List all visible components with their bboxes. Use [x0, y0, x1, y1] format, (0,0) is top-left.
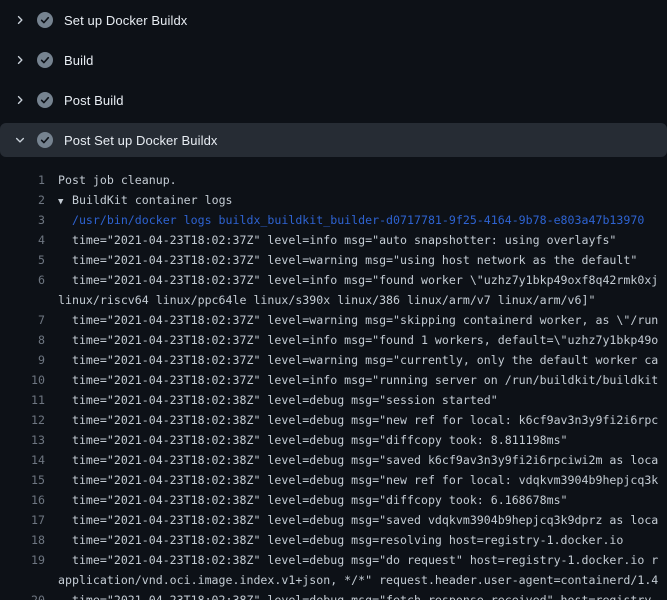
log-line-text: time="2021-04-23T18:02:37Z" level=info m…: [45, 370, 658, 390]
log-line-number[interactable]: 13: [0, 430, 45, 450]
step-label: Set up Docker Buildx: [64, 13, 187, 28]
steps-list: Set up Docker Buildx Build Post Build Po…: [0, 0, 667, 157]
chevron-right-icon: [14, 94, 26, 106]
log-line-number[interactable]: [0, 570, 45, 590]
log-line-number[interactable]: 17: [0, 510, 45, 530]
log-line-number[interactable]: 14: [0, 450, 45, 470]
chevron-right-icon: [14, 14, 26, 26]
check-circle-icon: [37, 12, 53, 28]
log-group-toggle-icon[interactable]: ▼: [58, 192, 72, 210]
log-line: 17 time="2021-04-23T18:02:38Z" level=deb…: [0, 510, 667, 530]
chevron-down-icon: [14, 134, 26, 146]
log-line: 1 Post job cleanup.: [0, 170, 667, 190]
log-line: 12 time="2021-04-23T18:02:38Z" level=deb…: [0, 410, 667, 430]
log-line-text: time="2021-04-23T18:02:38Z" level=debug …: [45, 430, 568, 450]
log-line: 10 time="2021-04-23T18:02:37Z" level=inf…: [0, 370, 667, 390]
log-line-number[interactable]: 18: [0, 530, 45, 550]
log-line-number[interactable]: 12: [0, 410, 45, 430]
log-line-number[interactable]: 8: [0, 330, 45, 350]
log-line: 6 time="2021-04-23T18:02:37Z" level=info…: [0, 270, 667, 290]
log-line: 15 time="2021-04-23T18:02:38Z" level=deb…: [0, 470, 667, 490]
chevron-right-icon: [14, 54, 26, 66]
log-line-number[interactable]: 4: [0, 230, 45, 250]
log-line-text: time="2021-04-23T18:02:38Z" level=debug …: [45, 530, 623, 550]
log-line: 16 time="2021-04-23T18:02:38Z" level=deb…: [0, 490, 667, 510]
log-line: 9 time="2021-04-23T18:02:37Z" level=warn…: [0, 350, 667, 370]
log-line: 18 time="2021-04-23T18:02:38Z" level=deb…: [0, 530, 667, 550]
step-label: Build: [64, 53, 93, 68]
log-line-text: time="2021-04-23T18:02:37Z" level=info m…: [45, 330, 658, 350]
log-line: 4 time="2021-04-23T18:02:37Z" level=info…: [0, 230, 667, 250]
step-row[interactable]: Post Set up Docker Buildx: [0, 123, 667, 157]
log-line-number[interactable]: 9: [0, 350, 45, 370]
step-row[interactable]: Post Build: [0, 80, 667, 120]
step-label: Post Build: [64, 93, 124, 108]
log-line-text: /usr/bin/docker logs buildx_buildkit_bui…: [45, 210, 644, 230]
log-line-text: time="2021-04-23T18:02:37Z" level=warnin…: [45, 350, 658, 370]
log-line-text: time="2021-04-23T18:02:37Z" level=info m…: [45, 230, 616, 250]
log-line-text: time="2021-04-23T18:02:37Z" level=warnin…: [45, 250, 637, 270]
log-line-text: time="2021-04-23T18:02:38Z" level=debug …: [45, 590, 658, 600]
log-line: 7 time="2021-04-23T18:02:37Z" level=warn…: [0, 310, 667, 330]
log-line-number[interactable]: 19: [0, 550, 45, 570]
log-line-number[interactable]: 10: [0, 370, 45, 390]
log-line: 20 time="2021-04-23T18:02:38Z" level=deb…: [0, 590, 667, 600]
log-line-text: ▼BuildKit container logs: [45, 190, 233, 210]
log-line-number[interactable]: 7: [0, 310, 45, 330]
check-circle-icon: [37, 92, 53, 108]
log-line: 11 time="2021-04-23T18:02:38Z" level=deb…: [0, 390, 667, 410]
log-line-number[interactable]: 5: [0, 250, 45, 270]
log-line-number[interactable]: 6: [0, 270, 45, 290]
step-row[interactable]: Build: [0, 40, 667, 80]
log-line-text: time="2021-04-23T18:02:37Z" level=info m…: [45, 270, 658, 290]
step-row[interactable]: Set up Docker Buildx: [0, 0, 667, 40]
log-line: 19 time="2021-04-23T18:02:38Z" level=deb…: [0, 550, 667, 570]
log-line-number[interactable]: 2: [0, 190, 45, 210]
log-line-text: time="2021-04-23T18:02:38Z" level=debug …: [45, 470, 658, 490]
check-circle-icon: [37, 132, 53, 148]
log-line-number[interactable]: 11: [0, 390, 45, 410]
log-line-text: time="2021-04-23T18:02:37Z" level=warnin…: [45, 310, 658, 330]
log-line-text: time="2021-04-23T18:02:38Z" level=debug …: [45, 510, 658, 530]
log-line: 14 time="2021-04-23T18:02:38Z" level=deb…: [0, 450, 667, 470]
log-line-number[interactable]: 1: [0, 170, 45, 190]
log-line-number[interactable]: 20: [0, 590, 45, 600]
log-line-number[interactable]: 15: [0, 470, 45, 490]
log-line-text: time="2021-04-23T18:02:38Z" level=debug …: [45, 390, 498, 410]
log-line-text: linux/riscv64 linux/ppc64le linux/s390x …: [45, 290, 595, 310]
log-line: 3 /usr/bin/docker logs buildx_buildkit_b…: [0, 210, 667, 230]
log-line-text: time="2021-04-23T18:02:38Z" level=debug …: [45, 410, 658, 430]
log-line-number[interactable]: 3: [0, 210, 45, 230]
step-label: Post Set up Docker Buildx: [64, 133, 218, 148]
log-line: 5 time="2021-04-23T18:02:37Z" level=warn…: [0, 250, 667, 270]
log-output: 1 Post job cleanup. 2 ▼BuildKit containe…: [0, 160, 667, 600]
log-line-text: time="2021-04-23T18:02:38Z" level=debug …: [45, 450, 658, 470]
log-line-number[interactable]: 16: [0, 490, 45, 510]
log-line-text: time="2021-04-23T18:02:38Z" level=debug …: [45, 490, 568, 510]
log-line-text: Post job cleanup.: [45, 170, 177, 190]
log-line: 2 ▼BuildKit container logs: [0, 190, 667, 210]
log-line: 8 time="2021-04-23T18:02:37Z" level=info…: [0, 330, 667, 350]
log-line: 13 time="2021-04-23T18:02:38Z" level=deb…: [0, 430, 667, 450]
log-line-text: application/vnd.oci.image.index.v1+json,…: [45, 570, 658, 590]
log-line: linux/riscv64 linux/ppc64le linux/s390x …: [0, 290, 667, 310]
actions-log-viewer: Set up Docker Buildx Build Post Build Po…: [0, 0, 667, 600]
log-line-number[interactable]: [0, 290, 45, 310]
check-circle-icon: [37, 52, 53, 68]
log-line-text: time="2021-04-23T18:02:38Z" level=debug …: [45, 550, 658, 570]
log-line: application/vnd.oci.image.index.v1+json,…: [0, 570, 667, 590]
